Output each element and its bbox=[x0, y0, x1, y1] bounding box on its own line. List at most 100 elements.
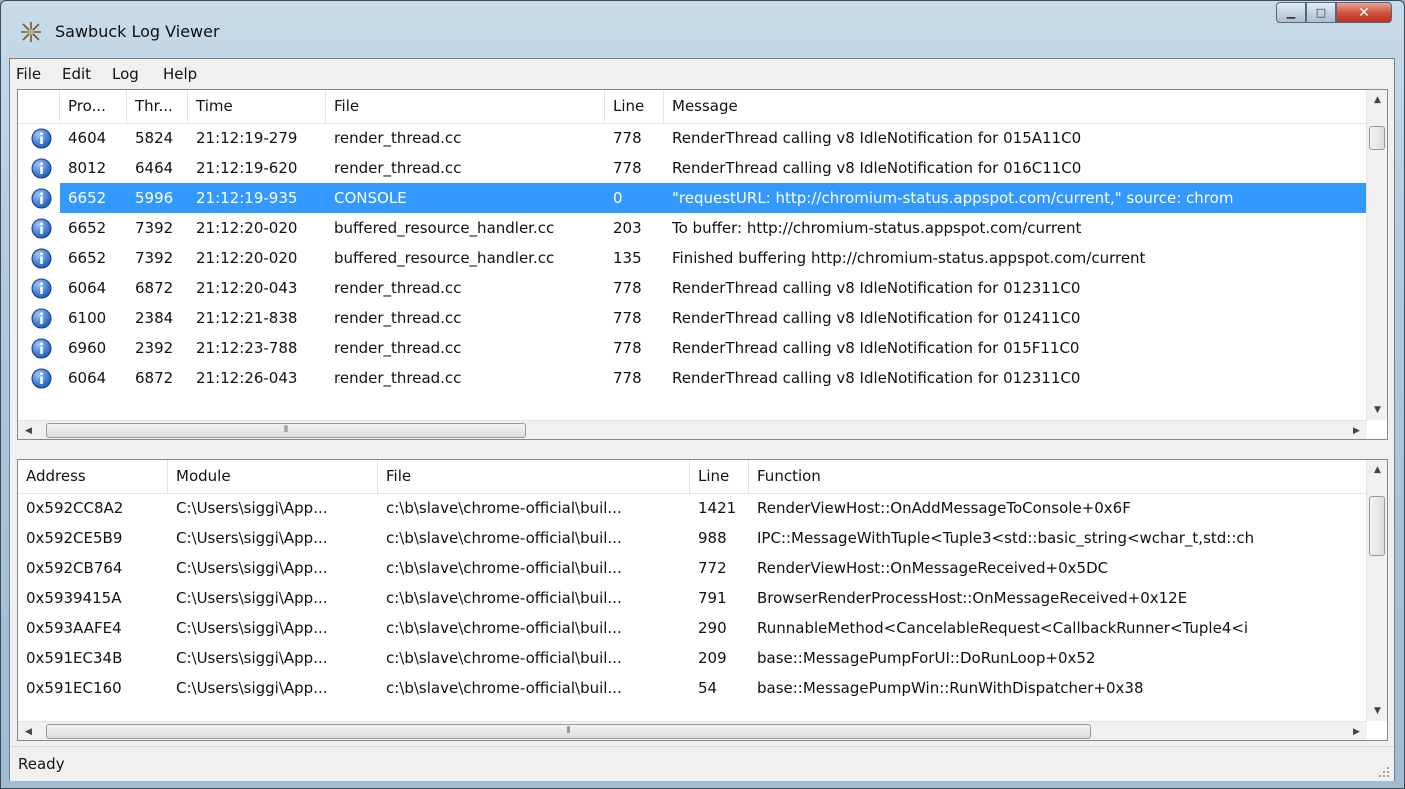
menu-log[interactable]: Log bbox=[112, 65, 139, 83]
process-cell: 8012 bbox=[68, 159, 107, 177]
title-bar[interactable]: Sawbuck Log Viewer ▁ □ ✕ bbox=[1, 1, 1404, 57]
close-button[interactable]: ✕ bbox=[1336, 2, 1392, 23]
stack-row[interactable]: 0x5939415A C:\Users\siggi\App... c:\b\slav… bbox=[18, 583, 1367, 613]
scroll-right-arrow-icon[interactable]: ▶ bbox=[1346, 421, 1367, 439]
info-icon bbox=[31, 188, 52, 209]
process-cell: 4604 bbox=[68, 129, 107, 147]
scroll-right-arrow-icon[interactable]: ▶ bbox=[1346, 722, 1367, 740]
column-header-address[interactable]: Address bbox=[18, 460, 168, 493]
address-cell: 0x592CE5B9 bbox=[26, 529, 123, 547]
menu-help[interactable]: Help bbox=[163, 65, 197, 83]
time-cell: 21:12:20-020 bbox=[196, 249, 298, 267]
module-cell: C:\Users\siggi\App... bbox=[176, 679, 328, 697]
message-cell: To buffer: http://chromium-status.appspo… bbox=[672, 219, 1082, 237]
log-row[interactable]: 8012 6464 21:12:19-620 render_thread.cc 778 R… bbox=[18, 153, 1367, 183]
column-header-process[interactable]: Pro... bbox=[60, 90, 127, 123]
process-cell: 6064 bbox=[68, 279, 107, 297]
line-cell: 203 bbox=[613, 219, 642, 237]
thread-cell: 5996 bbox=[135, 189, 174, 207]
log-row[interactable]: 6960 2392 21:12:23-788 render_thread.cc 778 R… bbox=[18, 333, 1367, 363]
thread-cell: 2384 bbox=[135, 309, 174, 327]
info-icon bbox=[31, 248, 52, 269]
column-header-time[interactable]: Time bbox=[188, 90, 326, 123]
scroll-up-arrow-icon[interactable]: ▲ bbox=[1367, 460, 1387, 480]
scroll-thumb[interactable] bbox=[1369, 126, 1385, 150]
icon-column-header[interactable] bbox=[18, 90, 60, 123]
file-cell: c:\b\slave\chrome-official\buil... bbox=[386, 679, 622, 697]
log-list[interactable]: Pro... Thr... Time File Line Message 460… bbox=[17, 89, 1388, 440]
line-cell: 772 bbox=[698, 559, 727, 577]
file-cell: c:\b\slave\chrome-official\buil... bbox=[386, 499, 622, 517]
scroll-down-arrow-icon[interactable]: ▼ bbox=[1367, 701, 1387, 721]
scroll-up-arrow-icon[interactable]: ▲ bbox=[1367, 90, 1387, 110]
column-header-file[interactable]: File bbox=[378, 460, 690, 493]
process-cell: 6960 bbox=[68, 339, 107, 357]
message-cell: Finished buffering http://chromium-statu… bbox=[672, 249, 1146, 267]
window-title: Sawbuck Log Viewer bbox=[55, 22, 220, 41]
column-header-line[interactable]: Line bbox=[605, 90, 664, 123]
time-cell: 21:12:23-788 bbox=[196, 339, 298, 357]
function-cell: BrowserRenderProcessHost::OnMessageRecei… bbox=[757, 589, 1188, 607]
log-row[interactable]: 6652 7392 21:12:20-020 buffered_resource_ha… bbox=[18, 243, 1367, 273]
log-row[interactable]: 4604 5824 21:12:19-279 render_thread.cc 778 R… bbox=[18, 123, 1367, 153]
scroll-left-arrow-icon[interactable]: ◀ bbox=[18, 722, 39, 740]
stack-horizontal-scrollbar[interactable]: ◀ ⦀ ▶ bbox=[18, 721, 1367, 740]
log-row[interactable]: 6064 6872 21:12:26-043 render_thread.cc 778 R… bbox=[18, 363, 1367, 393]
scroll-thumb[interactable] bbox=[1369, 496, 1385, 556]
message-cell: RenderThread calling v8 IdleNotification… bbox=[672, 159, 1082, 177]
column-header-file[interactable]: File bbox=[326, 90, 605, 123]
address-cell: 0x5939415A bbox=[26, 589, 122, 607]
file-cell: c:\b\slave\chrome-official\buil... bbox=[386, 559, 622, 577]
log-row[interactable]: 6100 2384 21:12:21-838 render_thread.cc 778 R… bbox=[18, 303, 1367, 333]
resize-grip-icon[interactable] bbox=[1376, 764, 1390, 778]
file-cell: CONSOLE bbox=[334, 189, 407, 207]
time-cell: 21:12:20-020 bbox=[196, 219, 298, 237]
column-header-thread[interactable]: Thr... bbox=[127, 90, 188, 123]
stack-row[interactable]: 0x591EC160 C:\Users\siggi\App... c:\b\slav… bbox=[18, 673, 1367, 703]
minimize-button[interactable]: ▁ bbox=[1276, 2, 1306, 23]
module-cell: C:\Users\siggi\App... bbox=[176, 529, 328, 547]
file-cell: render_thread.cc bbox=[334, 309, 462, 327]
stack-trace-list[interactable]: Address Module File Line Function 0x592C… bbox=[17, 459, 1388, 741]
stack-row[interactable]: 0x593AAFE4 C:\Users\siggi\App... c:\b\slav… bbox=[18, 613, 1367, 643]
column-header-function[interactable]: Function bbox=[749, 460, 1367, 493]
thread-cell: 6872 bbox=[135, 369, 174, 387]
info-icon bbox=[31, 368, 52, 389]
maximize-button[interactable]: □ bbox=[1306, 2, 1336, 23]
scroll-thumb[interactable]: ⦀ bbox=[46, 724, 1091, 739]
scroll-left-arrow-icon[interactable]: ◀ bbox=[18, 421, 39, 439]
menu-file[interactable]: File bbox=[16, 65, 41, 83]
log-row[interactable]: 6064 6872 21:12:20-043 render_thread.cc 778 R… bbox=[18, 273, 1367, 303]
line-cell: 988 bbox=[698, 529, 727, 547]
message-cell: RenderThread calling v8 IdleNotification… bbox=[672, 279, 1081, 297]
log-vertical-scrollbar[interactable]: ▲ ▼ bbox=[1366, 90, 1387, 420]
stack-row[interactable]: 0x591EC34B C:\Users\siggi\App... c:\b\slav… bbox=[18, 643, 1367, 673]
file-cell: c:\b\slave\chrome-official\buil... bbox=[386, 619, 622, 637]
info-icon bbox=[31, 308, 52, 329]
column-header-module[interactable]: Module bbox=[168, 460, 378, 493]
column-header-message[interactable]: Message bbox=[664, 90, 1367, 123]
stack-row[interactable]: 0x592CB764 C:\Users\siggi\App... c:\b\slav… bbox=[18, 553, 1367, 583]
scroll-thumb[interactable]: ⦀ bbox=[46, 423, 526, 438]
file-cell: render_thread.cc bbox=[334, 369, 462, 387]
column-header-line[interactable]: Line bbox=[690, 460, 749, 493]
function-cell: RenderViewHost::OnAddMessageToConsole+0x… bbox=[757, 499, 1131, 517]
file-cell: c:\b\slave\chrome-official\buil... bbox=[386, 529, 622, 547]
stack-row[interactable]: 0x592CE5B9 C:\Users\siggi\App... c:\b\slav… bbox=[18, 523, 1367, 553]
file-cell: buffered_resource_handler.cc bbox=[334, 219, 555, 237]
pane-splitter[interactable] bbox=[17, 441, 1388, 458]
time-cell: 21:12:19-935 bbox=[196, 189, 298, 207]
log-row[interactable]: 6652 5996 21:12:19-935 CONSOLE 0 "requestURL:… bbox=[18, 183, 1367, 213]
log-horizontal-scrollbar[interactable]: ◀ ⦀ ▶ bbox=[18, 420, 1367, 439]
client-area: File Edit Log Help Pro... Thr... Time Fi… bbox=[9, 58, 1395, 781]
scroll-down-arrow-icon[interactable]: ▼ bbox=[1367, 400, 1387, 420]
function-cell: IPC::MessageWithTuple<Tuple3<std::basic_… bbox=[757, 529, 1255, 547]
menu-edit[interactable]: Edit bbox=[62, 65, 91, 83]
log-row[interactable]: 6652 7392 21:12:20-020 buffered_resource_ha… bbox=[18, 213, 1367, 243]
stack-row[interactable]: 0x592CC8A2 C:\Users\siggi\App... c:\b\slav… bbox=[18, 493, 1367, 523]
info-icon bbox=[31, 158, 52, 179]
line-cell: 209 bbox=[698, 649, 727, 667]
menu-bar: File Edit Log Help bbox=[10, 59, 1394, 89]
thread-cell: 6464 bbox=[135, 159, 174, 177]
stack-vertical-scrollbar[interactable]: ▲ ▼ bbox=[1366, 460, 1387, 721]
